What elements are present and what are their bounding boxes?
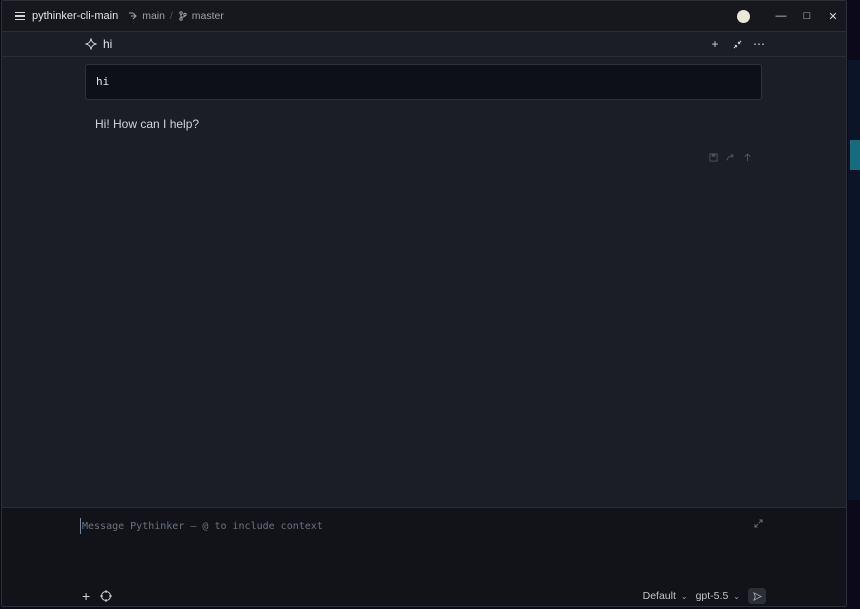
crosshair-icon[interactable] bbox=[100, 590, 113, 602]
branch-label: master bbox=[191, 10, 224, 22]
desktop-accent bbox=[850, 140, 860, 170]
git-branch-icon bbox=[179, 11, 187, 21]
conversation-title: hi bbox=[103, 37, 113, 51]
composer-toolbar: + Default ⌄ gpt-5.5 ⌄ bbox=[2, 588, 846, 604]
add-context-button[interactable]: + bbox=[82, 588, 90, 604]
window-controls: — □ ✕ bbox=[737, 1, 846, 31]
app-window: pythinker-cli-main main / master — □ ✕ h… bbox=[1, 0, 847, 607]
mode-label: Default bbox=[642, 590, 676, 602]
conversation-actions: + ⋯ bbox=[708, 37, 766, 51]
composer-selects: Default ⌄ gpt-5.5 ⌄ bbox=[643, 588, 766, 604]
expand-icon[interactable] bbox=[754, 519, 763, 531]
conversation-header: hi + ⋯ bbox=[2, 32, 846, 57]
mode-select[interactable]: Default ⌄ bbox=[643, 590, 688, 602]
arrow-up-icon[interactable] bbox=[742, 152, 753, 163]
send-icon[interactable] bbox=[748, 588, 766, 604]
title-bar: pythinker-cli-main main / master — □ ✕ bbox=[2, 1, 846, 32]
worktree-label: main bbox=[142, 10, 165, 22]
branch-indicator[interactable]: master bbox=[178, 10, 224, 22]
message-actions bbox=[708, 152, 753, 163]
chevron-down-icon: ⌄ bbox=[733, 591, 740, 601]
model-select[interactable]: gpt-5.5 ⌄ bbox=[696, 590, 740, 602]
minimize-icon[interactable]: — bbox=[768, 1, 794, 31]
ellipsis-icon[interactable]: ⋯ bbox=[752, 37, 766, 51]
worktree-icon bbox=[129, 12, 137, 20]
share-icon[interactable] bbox=[725, 152, 736, 163]
composer: + Default ⌄ gpt-5.5 ⌄ bbox=[2, 507, 846, 606]
save-icon[interactable] bbox=[708, 152, 719, 163]
collapse-icon[interactable] bbox=[730, 37, 744, 51]
app-title: pythinker-cli-main bbox=[32, 10, 119, 22]
worktree-indicator[interactable]: main bbox=[128, 10, 165, 22]
assistant-message: Hi! How can I help? bbox=[95, 117, 200, 131]
sparkle-icon bbox=[85, 38, 97, 50]
close-icon[interactable]: ✕ bbox=[820, 1, 846, 31]
breadcrumb-separator: / bbox=[169, 10, 173, 22]
avatar[interactable] bbox=[737, 9, 750, 23]
plus-icon[interactable]: + bbox=[708, 37, 722, 51]
model-label: gpt-5.5 bbox=[695, 590, 729, 602]
user-message: hi bbox=[85, 64, 762, 100]
desktop-background bbox=[848, 60, 860, 500]
chevron-down-icon: ⌄ bbox=[680, 591, 688, 601]
scrollbar[interactable] bbox=[838, 57, 846, 507]
menu-icon[interactable] bbox=[12, 8, 28, 24]
maximize-icon[interactable]: □ bbox=[794, 1, 820, 31]
message-input[interactable] bbox=[80, 518, 680, 534]
